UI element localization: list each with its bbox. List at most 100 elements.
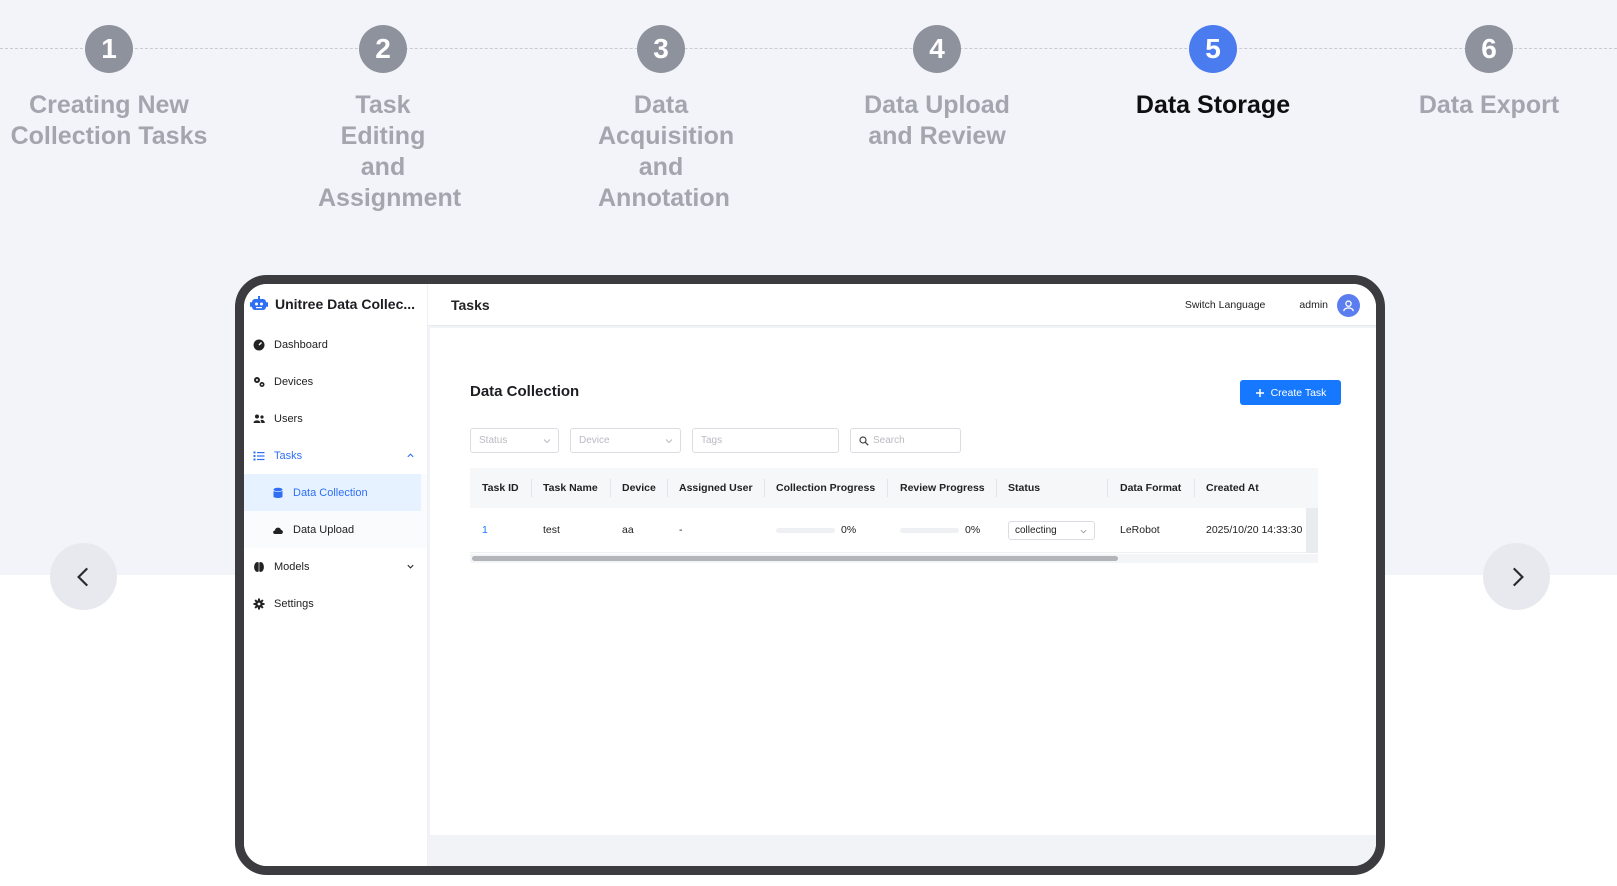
step-2[interactable]: 2 Task Editing and Assignment [268,25,498,214]
horizontal-scrollbar-thumb[interactable] [472,556,1118,561]
header-title: Tasks [451,296,490,313]
step-label: Task Editing and Assignment [318,91,462,212]
task-id-link[interactable]: 1 [482,508,488,552]
step-label: Data Export [1418,91,1560,119]
status-select-value: collecting [1015,524,1057,536]
table-row[interactable]: 1 test aa - 0% 0% collecting LeRobot 202… [470,508,1318,553]
status-select[interactable]: collecting [1008,520,1095,540]
assigned-user-cell: - [679,524,683,536]
plus-icon [1255,388,1264,397]
step-number: 3 [637,25,685,73]
collection-progress-bar [776,527,835,533]
sidebar-item-models[interactable]: Models [244,548,427,585]
main-content: Data Collection Create Task Status Devic… [428,326,1376,866]
data-format-cell: LeRobot [1120,524,1160,536]
chevron-down-icon [543,439,551,444]
sidebar-item-data-upload[interactable]: Data Upload [244,511,427,548]
column-header-task-id[interactable]: Task ID [482,468,519,508]
list-icon [253,451,265,460]
header-actions: Switch Language admin [1185,284,1360,326]
column-header-review-progress[interactable]: Review Progress [900,468,985,508]
username: admin [1299,299,1328,311]
device-cell: aa [622,524,634,536]
status-filter-placeholder: Status [479,435,508,446]
review-progress-cell: 0% [900,508,980,552]
chevron-down-icon [407,564,414,569]
column-divider [887,479,888,497]
step-label: Data Acquisition and Annotation [598,91,735,212]
sidebar: Unitree Data Collec... Dashboard Devices… [244,284,428,866]
sidebar-item-label: Devices [274,375,314,388]
page-title: Data Collection [470,383,580,400]
collection-progress-cell: 0% [776,508,856,552]
tags-filter-placeholder: Tags [701,435,723,446]
step-3[interactable]: 3 Data Acquisition and Annotation [546,25,776,214]
step-label: Creating New Collection Tasks [10,91,208,150]
table-header: Task ID Task Name Device Assigned User C… [470,468,1318,508]
models-icon [254,561,264,572]
step-number: 5 [1189,25,1237,73]
tags-filter-input[interactable]: Tags [692,428,839,453]
review-progress-bar [900,527,959,533]
column-header-status[interactable]: Status [1008,468,1040,508]
status-cell: collecting [1008,508,1095,552]
gear-icon [253,598,265,609]
sidebar-item-label: Models [274,560,310,573]
sidebar-item-settings[interactable]: Settings [244,585,427,622]
create-task-button[interactable]: Create Task [1240,380,1341,405]
step-5[interactable]: 5 Data Storage [1098,25,1328,121]
content-panel: Data Collection Create Task Status Devic… [430,328,1376,835]
column-header-collection-progress[interactable]: Collection Progress [776,468,875,508]
table-fixed-column-shadow [1306,508,1318,553]
brand[interactable]: Unitree Data Collec... [244,284,427,324]
device-filter-select[interactable]: Device [570,428,681,453]
chevron-right-icon [1512,567,1524,586]
app-screen: Unitree Data Collec... Dashboard Devices… [244,284,1376,866]
step-number: 1 [85,25,133,73]
step-1[interactable]: 1 Creating New Collection Tasks [0,25,224,152]
sidebar-item-label: Settings [274,597,314,610]
sidebar-item-label: Data Collection [293,486,368,499]
column-header-device[interactable]: Device [622,468,656,508]
status-filter-select[interactable]: Status [470,428,559,453]
search-icon [859,435,869,446]
collection-progress-value: 0% [841,524,857,536]
chevron-up-icon [407,453,414,458]
search-input[interactable]: Search [850,428,961,453]
sidebar-item-users[interactable]: Users [244,400,427,437]
dashboard-icon [253,339,265,350]
column-header-created-at[interactable]: Created At [1206,468,1259,508]
sidebar-item-dashboard[interactable]: Dashboard [244,326,427,363]
column-divider [610,479,611,497]
sidebar-item-tasks[interactable]: Tasks [244,437,427,474]
create-task-label: Create Task [1270,386,1327,399]
step-6[interactable]: 6 Data Export [1374,25,1604,121]
sidebar-item-label: Data Upload [293,523,355,536]
cloud-icon [273,527,283,534]
column-divider [1107,479,1108,497]
column-header-task-name[interactable]: Task Name [543,468,598,508]
column-divider [1194,479,1195,497]
sidebar-item-label: Tasks [274,449,303,462]
carousel-prev-button[interactable] [50,543,117,610]
column-divider [667,479,668,497]
avatar[interactable] [1337,293,1360,317]
step-number: 2 [359,25,407,73]
switch-language-button[interactable]: Switch Language [1185,299,1266,311]
chevron-down-icon [665,439,673,444]
sidebar-item-label: Users [274,412,303,425]
column-header-assigned-user[interactable]: Assigned User [679,468,753,508]
chevron-left-icon [76,567,88,586]
users-icon [253,414,265,423]
chevron-down-icon [1080,529,1087,533]
sidebar-menu: Dashboard Devices Users Tasks Data Colle… [244,326,427,622]
carousel-next-button[interactable] [1483,543,1550,610]
column-header-data-format[interactable]: Data Format [1120,468,1181,508]
gears-icon [254,376,265,387]
step-4[interactable]: 4 Data Upload and Review [822,25,1052,152]
sidebar-item-data-collection[interactable]: Data Collection [244,474,421,511]
step-label: Data Upload and Review [864,91,1010,150]
user-menu[interactable]: admin [1299,293,1360,317]
sidebar-item-devices[interactable]: Devices [244,363,427,400]
robot-logo-icon [250,296,268,310]
